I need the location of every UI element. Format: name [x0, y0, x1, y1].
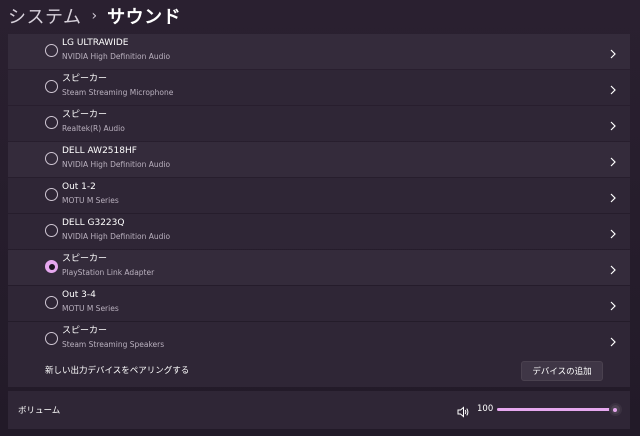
device-driver: NVIDIA High Definition Audio [62, 232, 171, 241]
chevron-right-icon[interactable] [608, 333, 618, 347]
device-texts: DELL G3223Q NVIDIA High Definition Audio [62, 217, 170, 243]
device-texts: LG ULTRAWIDE NVIDIA High Definition Audio [62, 37, 170, 63]
breadcrumb-separator: › [91, 8, 98, 24]
device-driver: Steam Streaming Speakers [62, 340, 165, 349]
breadcrumb: システム › サウンド [8, 0, 181, 32]
volume-row: ボリューム 100 [8, 391, 630, 429]
device-driver: MOTU M Series [62, 196, 119, 205]
device-driver: PlayStation Link Adapter [62, 268, 155, 277]
device-name: LG ULTRAWIDE [62, 38, 129, 48]
add-device-button[interactable]: デバイスの追加 [521, 361, 603, 381]
device-radio[interactable] [45, 296, 58, 309]
device-radio[interactable] [45, 152, 58, 165]
device-name: DELL AW2518HF [62, 146, 137, 156]
device-row[interactable]: スピーカー Realtek(R) Audio [8, 106, 630, 141]
device-texts: スピーカー Realtek(R) Audio [62, 109, 125, 135]
device-row[interactable]: DELL G3223Q NVIDIA High Definition Audio [8, 214, 630, 249]
device-driver: MOTU M Series [62, 304, 119, 313]
volume-slider-thumb[interactable] [608, 403, 622, 416]
device-row[interactable]: スピーカー PlayStation Link Adapter [8, 250, 630, 285]
device-texts: スピーカー PlayStation Link Adapter [62, 253, 154, 279]
device-row[interactable]: LG ULTRAWIDE NVIDIA High Definition Audio [8, 34, 630, 69]
device-name: DELL G3223Q [62, 218, 125, 228]
device-radio[interactable] [45, 332, 58, 345]
device-radio[interactable] [45, 188, 58, 201]
device-driver: Realtek(R) Audio [62, 124, 125, 133]
device-name: スピーカー [62, 326, 108, 336]
sound-settings-page: システム › サウンド LG ULTRAWIDE NVIDIA High Defi… [0, 0, 640, 436]
chevron-right-icon[interactable] [608, 297, 618, 311]
chevron-right-icon[interactable] [608, 261, 618, 275]
device-radio[interactable] [45, 80, 58, 93]
device-texts: Out 1-2 MOTU M Series [62, 181, 119, 207]
pair-new-device-label: 新しい出力デバイスをペアリングする [45, 366, 190, 376]
device-radio[interactable] [45, 116, 58, 129]
device-radio[interactable] [45, 224, 58, 237]
volume-label: ボリューム [18, 406, 61, 416]
device-row[interactable]: Out 3-4 MOTU M Series [8, 286, 630, 321]
device-row[interactable]: DELL AW2518HF NVIDIA High Definition Audi… [8, 142, 630, 177]
device-radio[interactable] [45, 44, 58, 57]
output-device-list: LG ULTRAWIDE NVIDIA High Definition Audio… [8, 34, 630, 358]
volume-value: 100 [477, 404, 494, 414]
breadcrumb-system[interactable]: システム [8, 3, 81, 29]
volume-slider-fill [497, 408, 615, 411]
device-texts: Out 3-4 MOTU M Series [62, 289, 119, 315]
device-name: スピーカー [62, 74, 108, 84]
device-name: スピーカー [62, 254, 108, 264]
device-row[interactable]: Out 1-2 MOTU M Series [8, 178, 630, 213]
speaker-icon[interactable] [457, 403, 470, 418]
device-radio[interactable] [45, 260, 58, 273]
chevron-right-icon[interactable] [608, 117, 618, 131]
device-driver: NVIDIA High Definition Audio [62, 52, 171, 61]
device-name: スピーカー [62, 110, 108, 120]
chevron-right-icon[interactable] [608, 189, 618, 203]
device-texts: DELL AW2518HF NVIDIA High Definition Audi… [62, 145, 170, 171]
device-texts: スピーカー Steam Streaming Microphone [62, 73, 173, 99]
device-name: Out 1-2 [62, 182, 96, 192]
device-row[interactable]: スピーカー Steam Streaming Speakers [8, 322, 630, 357]
chevron-right-icon[interactable] [608, 81, 618, 95]
device-driver: NVIDIA High Definition Audio [62, 160, 171, 169]
chevron-right-icon[interactable] [608, 153, 618, 167]
volume-slider[interactable] [497, 403, 622, 416]
device-name: Out 3-4 [62, 290, 96, 300]
chevron-right-icon[interactable] [608, 225, 618, 239]
device-row[interactable]: スピーカー Steam Streaming Microphone [8, 70, 630, 105]
page-title: サウンド [107, 7, 182, 28]
pair-new-device-row: 新しい出力デバイスをペアリングする デバイスの追加 [8, 355, 630, 387]
device-texts: スピーカー Steam Streaming Speakers [62, 325, 164, 351]
device-driver: Steam Streaming Microphone [62, 88, 174, 97]
chevron-right-icon[interactable] [608, 45, 618, 59]
